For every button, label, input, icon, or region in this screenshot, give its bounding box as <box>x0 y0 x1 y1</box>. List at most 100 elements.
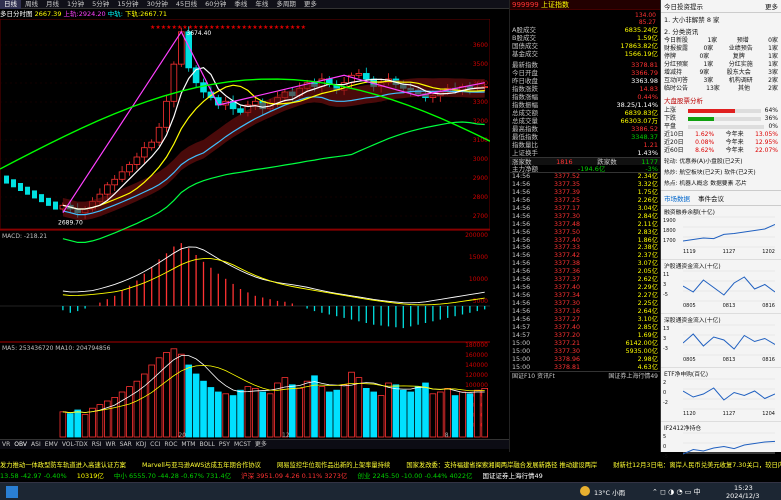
ticker-item[interactable]: 发力推动一体政型防车轨道进入高速认证方案 <box>0 462 126 469</box>
indicator-tab-8[interactable]: KDJ <box>134 440 148 449</box>
period-tab-0[interactable]: 日线 <box>0 0 21 9</box>
news-item[interactable]: 2. 分类资讯 <box>661 25 781 37</box>
mini-chart-xtick: 0805 <box>683 357 696 363</box>
clock-date[interactable]: 2024/12/3 <box>726 492 759 500</box>
trade-row: 14:56 3377.39 1.75亿 <box>510 189 660 197</box>
ticker-item[interactable]: Marvell与亚马逊AWS达成五年期合作协议 <box>142 462 261 469</box>
index-stat-value: 0.44% <box>637 93 658 101</box>
sector-row[interactable]: 分红预案 1家 分红实施 1家 <box>661 61 781 69</box>
sector-row[interactable]: 临时公告 13家 其他 2家 <box>661 85 781 93</box>
trade-row: 14:56 3377.37 2.62亿 <box>510 276 660 284</box>
index-item[interactable]: 沪深 3951.09 4.26 0.11% 3273亿 <box>241 472 347 480</box>
footer-left[interactable]: 国证F10 资讯Ft <box>512 372 555 380</box>
sector-row[interactable]: 今日新股 1家 预增 0家 <box>661 37 781 45</box>
market-tag[interactable]: 轮动: 优惠券(A)小盘股(已2天) <box>661 155 781 166</box>
quote-panel: 999999 上证指数 134.00 85.27 A股成交 6835.24亿 B股成… <box>509 0 660 452</box>
period-tab-2[interactable]: 月线 <box>42 0 63 9</box>
volume-bar <box>340 384 348 438</box>
volume-bar <box>237 389 244 438</box>
index-stat-value: 3378.81 <box>631 61 658 69</box>
indicator-tab-15[interactable]: 更多 <box>253 440 269 449</box>
fund-row: 主力净额 -194.6亿 -3% <box>510 165 660 173</box>
sector-a: 分红预案 <box>664 61 689 68</box>
sector-row[interactable]: 停牌 0家 复牌 1家 <box>661 53 781 61</box>
index-item[interactable]: 国证证券上海行情49 <box>483 472 543 480</box>
period-tab-6[interactable]: 30分钟 <box>143 0 172 9</box>
market-tag[interactable]: 热炒: 航空板块(已2天) 软件(已2天) <box>661 166 781 177</box>
sector-row[interactable]: 财报披露 0家 业绩预告 1家 <box>661 45 781 53</box>
index-stat-value: 14.83 <box>639 85 658 93</box>
sector-row[interactable]: 互动问答 3家 机构调研 2家 <box>661 77 781 85</box>
indicator-tab-10[interactable]: ROC <box>162 440 179 449</box>
turnover-label: A股成交 <box>512 26 536 34</box>
period-tab-3[interactable]: 1分钟 <box>63 0 88 9</box>
trade-row: 14:57 3377.40 2.85亿 <box>510 324 660 332</box>
mini-chart: ETF净申购(百亿) 2 0 -2 1120 1127 1204 <box>661 368 781 422</box>
indicator-tab-3[interactable]: EMV <box>43 440 60 449</box>
index-stat-label: 最新指数 <box>512 61 538 69</box>
sector-b: 0家 <box>703 45 714 52</box>
y-tick: 2700 <box>473 213 488 220</box>
period-tab-5[interactable]: 15分钟 <box>113 0 142 9</box>
indicator-tab-14[interactable]: MCST <box>232 440 253 449</box>
tab-events[interactable]: 事件会议 <box>698 193 724 203</box>
period-tab-7[interactable]: 45日线 <box>172 0 201 9</box>
indicator-tab-5[interactable]: RSI <box>90 440 104 449</box>
period-tab-8[interactable]: 60分钟 <box>201 0 230 9</box>
volume-bar <box>399 389 407 438</box>
indicator-tab-7[interactable]: SAR <box>118 440 134 449</box>
market-bar-pct: 64% <box>764 107 778 114</box>
trade-row: 15:00 3378.81 4.63亿 <box>510 364 660 372</box>
ticker-item[interactable]: 国家发改委：支持福建省探索湘闽两岸融合发展新路径 推动建设两岸 <box>406 462 597 469</box>
index-item[interactable]: 10319亿 <box>77 472 104 480</box>
news-item[interactable]: 1. 大小非解禁 8 家 <box>661 13 781 25</box>
volume-bar <box>466 393 474 438</box>
sector-a: 增减持 <box>664 69 683 76</box>
turnover-value: 1.59亿 <box>637 34 658 42</box>
trade-price: 3377.33 <box>553 244 580 252</box>
news-more-link[interactable]: 更多 <box>765 1 778 11</box>
indicator-tab-13[interactable]: PSY <box>217 440 232 449</box>
volume-bar <box>355 377 363 438</box>
sector-row[interactable]: 增减持 9家 股东大会 3家 <box>661 69 781 77</box>
indicator-tab-11[interactable]: MTM <box>179 440 197 449</box>
indicator-tab-6[interactable]: WR <box>104 440 118 449</box>
stat-b: 0.08% <box>695 139 715 146</box>
trade-volume: 2.29亿 <box>637 284 658 292</box>
kline-chart[interactable]: 3600350034003300320031003000290028002700… <box>0 19 490 439</box>
period-tab-4[interactable]: 5分钟 <box>88 0 113 9</box>
index-item[interactable]: 创业 2245.50 -10.00 -0.44% 4022亿 <box>357 472 472 480</box>
indicator-tab-1[interactable]: OBV <box>12 440 29 449</box>
trade-volume: 2.34亿 <box>637 173 658 180</box>
indicator-tab-12[interactable]: BOLL <box>197 440 216 449</box>
index-item[interactable]: 13.58 -42.97 -0.40% <box>0 472 67 480</box>
candle-body <box>111 178 119 186</box>
ticker-item[interactable]: 网易监控华位现作品出新的上架率量持续 <box>277 462 390 469</box>
period-tab-11[interactable]: 多周期 <box>272 0 300 9</box>
down-label: 跌家数 <box>597 158 617 166</box>
market-tag[interactable]: 热点: 机器人概念 数据要素 芯片 <box>661 177 781 188</box>
windows-start-icon[interactable] <box>6 486 18 498</box>
ticker-item[interactable]: 财新社12月3日电：离岸人民币兑美元收复7.30关口，较日内低点反弹 <box>613 462 781 469</box>
mini-chart-ytick: 3 <box>663 282 667 288</box>
period-tab-1[interactable]: 周线 <box>21 0 42 9</box>
index-item[interactable]: 中小 6555.70 -44.28 -0.67% 731.4亿 <box>114 472 231 480</box>
period-tab-12[interactable]: 更多 <box>300 0 321 9</box>
trade-list[interactable]: 14:56 3377.52 2.34亿 14:56 3377.35 3.32亿 14:56 3… <box>510 173 660 371</box>
candle-body <box>4 175 9 184</box>
indicator-tab-9[interactable]: CCI <box>148 440 162 449</box>
tab-market-data[interactable]: 市场数据 <box>664 193 690 203</box>
period-tab-9[interactable]: 季线 <box>230 0 251 9</box>
indicator-tab-4[interactable]: VOL-TDX <box>60 440 90 449</box>
volume-bar <box>140 373 148 438</box>
news-ticker[interactable]: 发力推动一体政型防车轨道进入高速认证方案 Marvell与亚马逊AWS达成五年期合… <box>0 461 781 471</box>
candle-body <box>25 186 30 195</box>
indicator-tab-0[interactable]: VR <box>0 440 12 449</box>
trade-price: 3378.96 <box>553 355 580 363</box>
mini-chart-ytick: 1800 <box>663 228 676 234</box>
period-tab-10[interactable]: 年线 <box>251 0 272 9</box>
indicator-tab-2[interactable]: ASI <box>29 440 43 449</box>
tray-icons[interactable]: ⌃ ◻ ◑ ◔ ▭ 中 <box>652 487 701 497</box>
clock-time[interactable]: 15:23 <box>734 484 753 492</box>
weather-text[interactable]: 13°C 小雨 <box>594 487 625 497</box>
